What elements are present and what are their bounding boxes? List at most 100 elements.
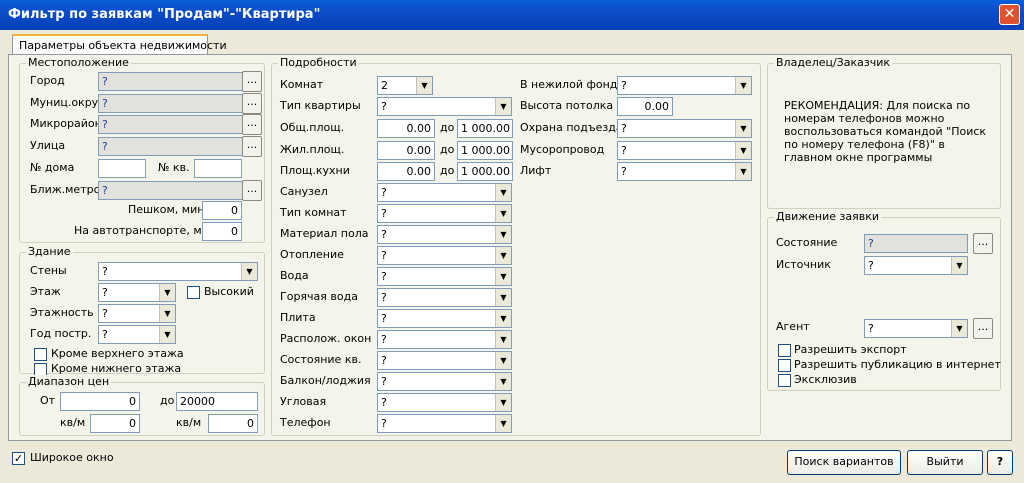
chevron-down-icon[interactable]: ▼ [735, 120, 751, 137]
phone-select[interactable]: ? ▼ [377, 414, 512, 433]
search-variants-button[interactable]: Поиск вариантов [787, 450, 901, 475]
house-no-field[interactable] [98, 159, 146, 178]
stove-select[interactable]: ? ▼ [377, 309, 512, 328]
chevron-down-icon[interactable]: ▼ [495, 247, 511, 264]
high-floor-checkbox[interactable] [187, 286, 200, 299]
total-area-from[interactable]: 0.00 [377, 119, 435, 138]
source-select[interactable]: ? ▼ [864, 256, 968, 275]
chevron-down-icon[interactable]: ▼ [159, 326, 175, 343]
chevron-down-icon[interactable]: ▼ [735, 142, 751, 159]
chevron-down-icon[interactable]: ▼ [495, 352, 511, 369]
year-label: Год постр. [30, 327, 92, 340]
title-bar[interactable]: Фильтр по заявкам "Продам"-"Квартира" ✕ [0, 0, 1024, 30]
municipal-field[interactable]: ? [98, 94, 243, 113]
heating-label: Отопление [280, 248, 344, 261]
help-button[interactable]: ? [987, 450, 1013, 475]
kitchen-area-to[interactable]: 1 000.00 [457, 162, 513, 181]
municipal-browse-button[interactable]: ... [242, 93, 262, 114]
chevron-down-icon[interactable]: ▼ [495, 226, 511, 243]
windows-select[interactable]: ? ▼ [377, 330, 512, 349]
corner-select[interactable]: ? ▼ [377, 393, 512, 412]
chevron-down-icon[interactable]: ▼ [735, 77, 751, 94]
state-field[interactable]: ? [864, 234, 968, 253]
chevron-down-icon[interactable]: ▼ [735, 163, 751, 180]
agent-select[interactable]: ? ▼ [864, 319, 968, 338]
city-label: Город [30, 74, 65, 87]
chevron-down-icon[interactable]: ▼ [416, 77, 432, 94]
kitchen-area-from[interactable]: 0.00 [377, 162, 435, 181]
exclusive-checkbox[interactable] [778, 374, 791, 387]
floor-material-select[interactable]: ? ▼ [377, 225, 512, 244]
price-from-field[interactable]: 0 [60, 392, 140, 411]
hot-water-select[interactable]: ? ▼ [377, 288, 512, 307]
microdistrict-field[interactable]: ? [98, 115, 243, 134]
walk-minutes-field[interactable]: 0 [202, 201, 242, 220]
state-browse-button[interactable]: ... [973, 233, 993, 254]
living-area-from[interactable]: 0.00 [377, 141, 435, 160]
recommendation-note: РЕКОМЕНДАЦИЯ: Для поиска по номерам теле… [784, 99, 987, 164]
walls-select[interactable]: ? ▼ [98, 262, 258, 281]
condition-label: Состояние кв. [280, 353, 362, 366]
heating-select[interactable]: ? ▼ [377, 246, 512, 265]
wide-window-checkbox[interactable]: ✓ [12, 452, 25, 465]
metro-field[interactable]: ? [98, 181, 243, 200]
chevron-down-icon[interactable]: ▼ [495, 289, 511, 306]
chevron-down-icon[interactable]: ▼ [951, 320, 967, 337]
chevron-down-icon[interactable]: ▼ [495, 373, 511, 390]
export-checkbox[interactable] [778, 344, 791, 357]
room-type-select[interactable]: ? ▼ [377, 204, 512, 223]
tab-panel: Местоположение Город ? ... Муниц.округ ?… [8, 54, 1012, 441]
tab-object-params[interactable]: Параметры объекта недвижимости [12, 34, 227, 55]
price-group-title: Диапазон цен [26, 375, 112, 388]
chevron-down-icon[interactable]: ▼ [495, 415, 511, 432]
condition-select[interactable]: ? ▼ [377, 351, 512, 370]
except-top-checkbox[interactable] [34, 348, 47, 361]
street-browse-button[interactable]: ... [242, 136, 262, 157]
agent-browse-button[interactable]: ... [973, 318, 993, 339]
chevron-down-icon[interactable]: ▼ [495, 98, 511, 115]
sqm-from-field[interactable]: 0 [90, 414, 140, 433]
transport-minutes-field[interactable]: 0 [202, 222, 242, 241]
garbage-select[interactable]: ? ▼ [617, 141, 752, 160]
non-residential-select[interactable]: ? ▼ [617, 76, 752, 95]
wide-window-label: Широкое окно [30, 451, 114, 464]
ceiling-label: Высота потолка [520, 99, 614, 112]
floor-select[interactable]: ? ▼ [98, 283, 176, 302]
flat-type-select[interactable]: ? ▼ [377, 97, 512, 116]
close-button[interactable]: ✕ [999, 4, 1020, 25]
exit-button[interactable]: Выйти [907, 450, 983, 475]
publish-checkbox[interactable] [778, 359, 791, 372]
chevron-down-icon[interactable]: ▼ [495, 310, 511, 327]
chevron-down-icon[interactable]: ▼ [495, 394, 511, 411]
flat-no-field[interactable] [194, 159, 242, 178]
security-select[interactable]: ? ▼ [617, 119, 752, 138]
ceiling-field[interactable]: 0.00 [617, 97, 673, 116]
hot-water-label: Горячая вода [280, 290, 358, 303]
agent-label: Агент [776, 320, 810, 333]
city-browse-button[interactable]: ... [242, 71, 262, 92]
chevron-down-icon[interactable]: ▼ [159, 305, 175, 322]
city-field[interactable]: ? [98, 72, 243, 91]
chevron-down-icon[interactable]: ▼ [951, 257, 967, 274]
bathroom-label: Санузел [280, 185, 328, 198]
rooms-select[interactable]: 2 ▼ [377, 76, 433, 95]
floors-select[interactable]: ? ▼ [98, 304, 176, 323]
microdistrict-browse-button[interactable]: ... [242, 114, 262, 135]
year-select[interactable]: ? ▼ [98, 325, 176, 344]
chevron-down-icon[interactable]: ▼ [495, 184, 511, 201]
balcony-select[interactable]: ? ▼ [377, 372, 512, 391]
water-select[interactable]: ? ▼ [377, 267, 512, 286]
metro-browse-button[interactable]: ... [242, 180, 262, 201]
bathroom-select[interactable]: ? ▼ [377, 183, 512, 202]
living-area-to[interactable]: 1 000.00 [457, 141, 513, 160]
chevron-down-icon[interactable]: ▼ [159, 284, 175, 301]
street-field[interactable]: ? [98, 137, 243, 156]
chevron-down-icon[interactable]: ▼ [241, 263, 257, 280]
lift-select[interactable]: ? ▼ [617, 162, 752, 181]
sqm-to-field[interactable]: 0 [208, 414, 258, 433]
price-to-field[interactable]: 20000 [176, 392, 258, 411]
chevron-down-icon[interactable]: ▼ [495, 205, 511, 222]
chevron-down-icon[interactable]: ▼ [495, 268, 511, 285]
total-area-to[interactable]: 1 000.00 [457, 119, 513, 138]
chevron-down-icon[interactable]: ▼ [495, 331, 511, 348]
